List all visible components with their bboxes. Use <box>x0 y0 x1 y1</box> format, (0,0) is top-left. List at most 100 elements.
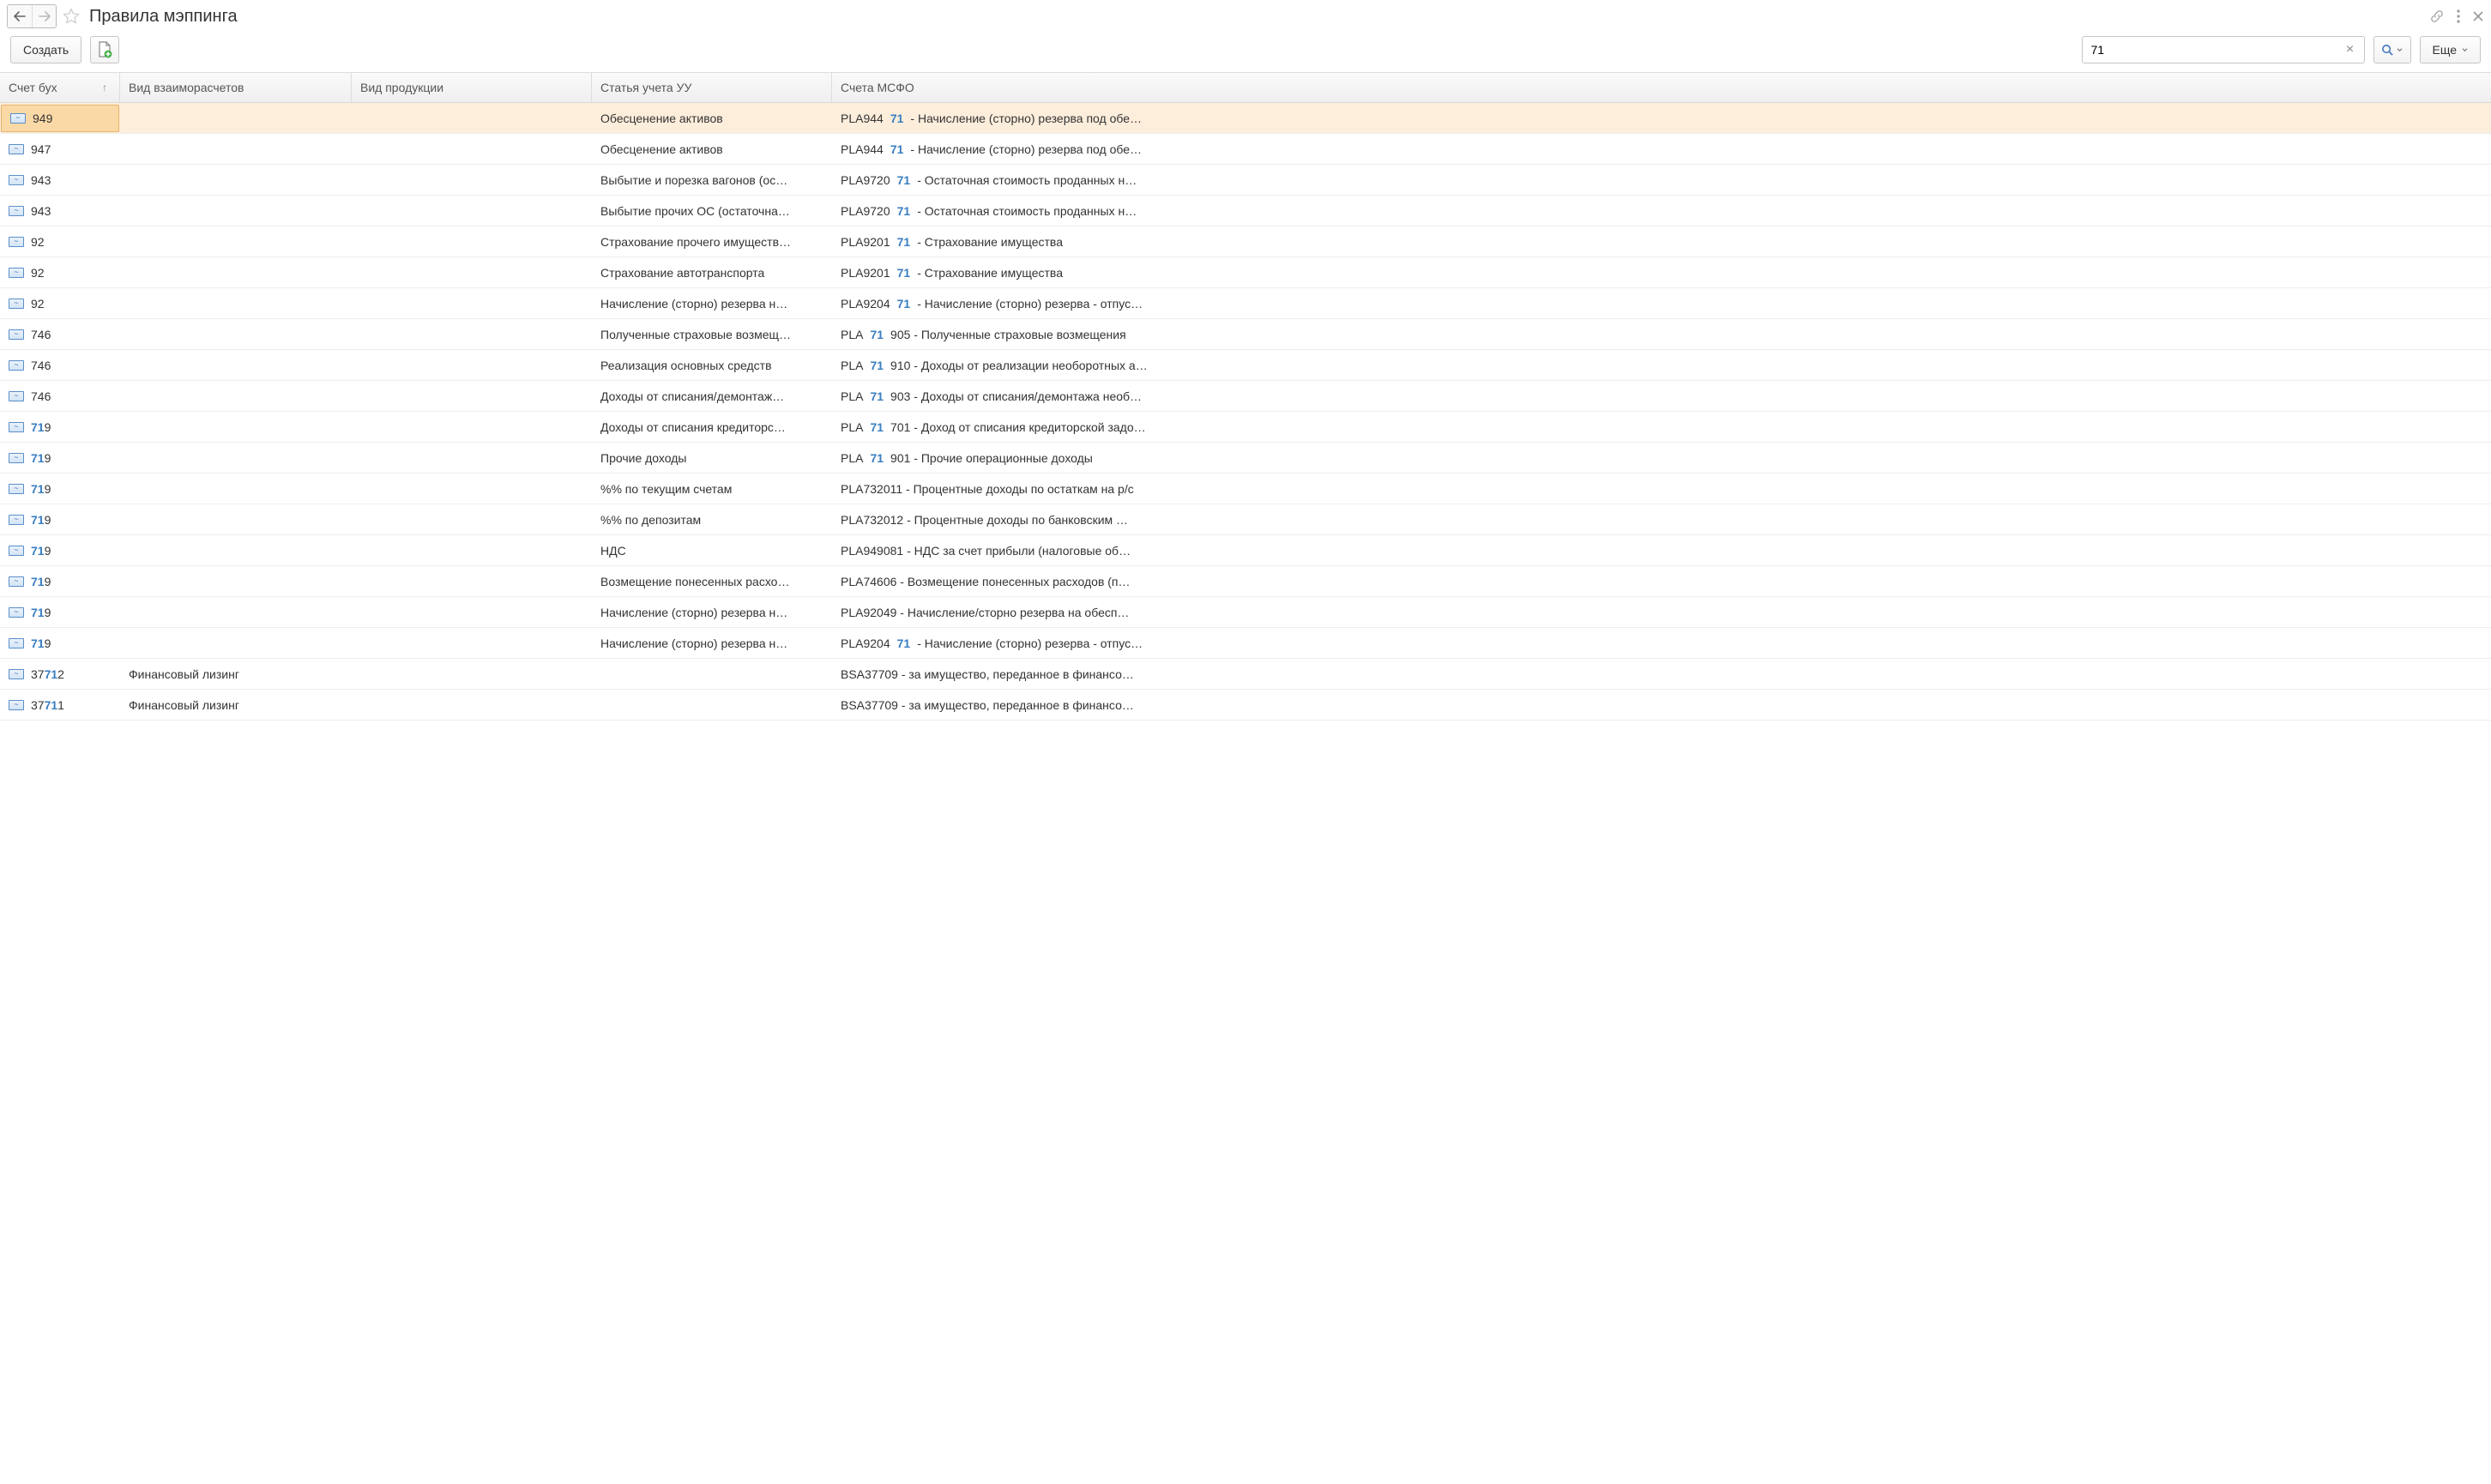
forward-button[interactable] <box>32 5 56 27</box>
cell-product <box>352 381 592 411</box>
table-row[interactable]: 746Доходы от списания/демонтаж…PLA71903 … <box>0 381 2491 412</box>
cell-account: 947 <box>0 134 120 164</box>
table-row[interactable]: 92Страхование автотранспортаPLA920171 - … <box>0 257 2491 288</box>
cell-account: 719 <box>0 566 120 596</box>
cell-settlement <box>120 196 352 226</box>
cell-account: 92 <box>0 288 120 318</box>
table-row[interactable]: 37711Финансовый лизингBSA37709 - за имущ… <box>0 690 2491 721</box>
cell-msfo: PLA74606 - Возмещение понесенных расходо… <box>832 566 2491 596</box>
cell-msfo: PLA920471 - Начисление (сторно) резерва … <box>832 288 2491 318</box>
col-header-product[interactable]: Вид продукции <box>352 73 592 102</box>
table-row[interactable]: 719НДСPLA949081 - НДС за счет прибыли (н… <box>0 535 2491 566</box>
cell-msfo: PLA71701 - Доход от списания кредиторско… <box>832 412 2491 442</box>
cell-article: Выбытие прочих ОС (остаточна… <box>592 196 832 226</box>
create-from-template-button[interactable] <box>90 36 119 63</box>
cell-settlement <box>120 226 352 256</box>
cell-article: НДС <box>592 535 832 565</box>
create-button[interactable]: Создать <box>10 36 81 63</box>
cell-settlement <box>120 597 352 627</box>
table-row[interactable]: 943Выбытие прочих ОС (остаточна…PLA97207… <box>0 196 2491 226</box>
col-header-account[interactable]: Счет бух ↑ <box>0 73 120 102</box>
cell-article: Обесценение активов <box>592 134 832 164</box>
table-row[interactable]: 719Возмещение понесенных расхо…PLA74606 … <box>0 566 2491 597</box>
cell-product <box>352 535 592 565</box>
cell-product <box>352 474 592 504</box>
more-button-label: Еще <box>2433 43 2458 57</box>
cell-article: Страхование прочего имуществ… <box>592 226 832 256</box>
table-row[interactable]: 719Начисление (сторно) резерва н…PLA9204… <box>0 628 2491 659</box>
cell-article: Выбытие и порезка вагонов (ос… <box>592 165 832 195</box>
more-button[interactable]: Еще <box>2420 36 2482 63</box>
table-row[interactable]: 92 Начисление (сторно) резерва н…PLA92047… <box>0 288 2491 319</box>
cell-settlement <box>120 257 352 287</box>
cell-article: Доходы от списания/демонтаж… <box>592 381 832 411</box>
table-row[interactable]: 746Реализация основных средствPLA71910 -… <box>0 350 2491 381</box>
cell-account: 719 <box>0 628 120 658</box>
table-row[interactable]: 746Полученные страховые возмещ…PLA71905 … <box>0 319 2491 350</box>
record-icon <box>9 144 24 154</box>
cell-account: 719 <box>0 535 120 565</box>
cell-account: 746 <box>0 381 120 411</box>
cell-msfo: PLA920171 - Страхование имущества <box>832 226 2491 256</box>
table-row[interactable]: 949Обесценение активовPLA94471 - Начисле… <box>0 103 2491 134</box>
cell-account: 92 <box>0 257 120 287</box>
titlebar: Правила мэппинга <box>0 0 2491 33</box>
table-row[interactable]: 92Страхование прочего имуществ…PLA920171… <box>0 226 2491 257</box>
cell-product <box>352 504 592 534</box>
table-row[interactable]: 947Обесценение активовPLA94471 - Начисле… <box>0 134 2491 165</box>
record-icon <box>9 607 24 618</box>
table-row[interactable]: 719Доходы от списания кредиторс…PLA71701… <box>0 412 2491 443</box>
cell-msfo: PLA71901 - Прочие операционные доходы <box>832 443 2491 473</box>
favorite-star-icon[interactable] <box>62 7 81 26</box>
table-row[interactable]: 719%% по текущим счетамPLA732011 - Проце… <box>0 474 2491 504</box>
table-row[interactable]: 37712Финансовый лизингBSA37709 - за имущ… <box>0 659 2491 690</box>
cell-account: 943 <box>0 165 120 195</box>
table-row[interactable]: 943Выбытие и порезка вагонов (ос…PLA9720… <box>0 165 2491 196</box>
col-header-msfo[interactable]: Счета МСФО <box>832 73 2491 102</box>
col-header-article[interactable]: Статья учета УУ <box>592 73 832 102</box>
clear-search-button[interactable]: × <box>2342 42 2359 57</box>
table-row[interactable]: 719Прочие доходыPLA71901 - Прочие операц… <box>0 443 2491 474</box>
cell-settlement <box>120 566 352 596</box>
cell-account: 719 <box>0 504 120 534</box>
record-icon <box>9 360 24 371</box>
cell-msfo: PLA732012 - Процентные доходы по банковс… <box>832 504 2491 534</box>
kebab-menu-icon[interactable] <box>2457 9 2460 23</box>
cell-settlement <box>120 103 352 133</box>
col-header-settlement[interactable]: Вид взаиморасчетов <box>120 73 352 102</box>
cell-product <box>352 257 592 287</box>
cell-product <box>352 443 592 473</box>
cell-product <box>352 690 592 720</box>
cell-msfo: PLA920471 - Начисление (сторно) резерва … <box>832 628 2491 658</box>
cell-account: 746 <box>0 319 120 349</box>
search-button[interactable] <box>2373 36 2411 63</box>
cell-settlement <box>120 474 352 504</box>
close-icon[interactable] <box>2472 10 2484 22</box>
cell-product <box>352 350 592 380</box>
grid-header: Счет бух ↑ Вид взаиморасчетов Вид продук… <box>0 73 2491 103</box>
cell-product <box>352 566 592 596</box>
table-row[interactable]: 719%% по депозитамPLA732012 - Процентные… <box>0 504 2491 535</box>
cell-settlement <box>120 504 352 534</box>
chevron-down-icon <box>2397 48 2403 52</box>
back-button[interactable] <box>8 5 32 27</box>
cell-msfo: PLA71905 - Полученные страховые возмещен… <box>832 319 2491 349</box>
cell-product <box>352 659 592 689</box>
table-row[interactable]: 719Начисление (сторно) резерва н…PLA9204… <box>0 597 2491 628</box>
cell-settlement <box>120 381 352 411</box>
cell-product <box>352 196 592 226</box>
arrow-left-icon <box>14 11 26 21</box>
cell-article: Начисление (сторно) резерва н… <box>592 597 832 627</box>
arrow-right-icon <box>39 11 51 21</box>
record-icon <box>9 299 24 309</box>
cell-settlement <box>120 350 352 380</box>
search-field[interactable]: × <box>2082 36 2365 63</box>
cell-article: Начисление (сторно) резерва н… <box>592 288 832 318</box>
link-icon[interactable] <box>2429 9 2445 24</box>
cell-msfo: PLA972071 - Остаточная стоимость проданн… <box>832 196 2491 226</box>
cell-account: 719 <box>0 474 120 504</box>
record-icon <box>9 329 24 340</box>
search-input[interactable] <box>2088 43 2342 57</box>
cell-settlement <box>120 628 352 658</box>
cell-msfo: PLA71910 - Доходы от реализации необорот… <box>832 350 2491 380</box>
